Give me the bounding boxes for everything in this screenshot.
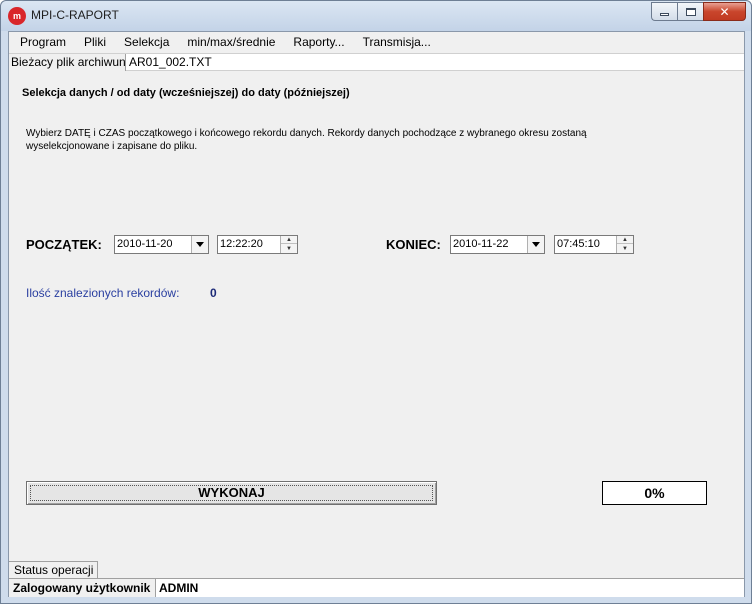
end-label: KONIEC:: [386, 237, 441, 252]
minimize-icon: [660, 13, 669, 16]
maximize-icon: [685, 7, 696, 16]
close-button[interactable]: ✕: [703, 2, 746, 21]
start-time-value: 12:22:20: [220, 238, 263, 250]
focus-rect: [30, 485, 433, 501]
start-date-value: 2010-11-20: [117, 238, 173, 250]
status-tab: Status operacji: [9, 561, 98, 578]
start-label: POCZĄTEK:: [26, 237, 102, 252]
start-date-combo[interactable]: 2010-11-20: [114, 235, 209, 254]
archive-file-label: Bieżacy plik archiwun: [9, 54, 126, 71]
window-title: MPI-C-RAPORT: [31, 8, 119, 22]
end-time-spinner[interactable]: 07:45:10 ▲ ▼: [554, 235, 634, 254]
execute-button[interactable]: WYKONAJ: [26, 481, 437, 505]
found-records-count: 0: [210, 286, 217, 300]
menu-pliki[interactable]: Pliki: [76, 35, 114, 49]
found-records-label: Ilość znalezionych rekordów:: [26, 286, 180, 300]
status-bar: Zalogowany użytkownik ADMIN: [9, 578, 744, 597]
minimize-button[interactable]: [651, 2, 677, 21]
arrow-down-icon[interactable]: ▼: [281, 245, 297, 253]
chevron-down-icon[interactable]: [191, 236, 208, 253]
chevron-down-icon[interactable]: [527, 236, 544, 253]
end-time-value: 07:45:10: [557, 238, 600, 250]
maximize-button[interactable]: [677, 2, 703, 21]
logged-user-value: ADMIN: [159, 581, 199, 595]
spinner-arrows: ▲ ▼: [280, 236, 297, 253]
spinner-arrows: ▲ ▼: [616, 236, 633, 253]
menu-minmax[interactable]: min/max/średnie: [179, 35, 283, 49]
app-logo-icon: m: [8, 7, 26, 25]
section-heading: Selekcja danych / od daty (wcześniejszej…: [22, 87, 350, 99]
arrow-up-icon[interactable]: ▲: [281, 236, 297, 244]
title-bar[interactable]: m MPI-C-RAPORT ✕: [1, 1, 751, 31]
start-time-spinner[interactable]: 12:22:20 ▲ ▼: [217, 235, 298, 254]
menu-bar: Program Pliki Selekcja min/max/średnie R…: [9, 32, 744, 52]
menu-program[interactable]: Program: [12, 35, 74, 49]
menu-selekcja[interactable]: Selekcja: [116, 35, 177, 49]
end-date-combo[interactable]: 2010-11-22: [450, 235, 545, 254]
window-controls: ✕: [651, 2, 746, 21]
end-date-value: 2010-11-22: [453, 238, 509, 250]
logged-user-label: Zalogowany użytkownik: [9, 579, 156, 597]
close-icon: ✕: [719, 4, 730, 19]
archive-file-value: AR01_002.TXT: [129, 55, 212, 69]
menu-raporty[interactable]: Raporty...: [285, 35, 352, 49]
arrow-up-icon[interactable]: ▲: [617, 236, 633, 244]
progress-percent: 0%: [602, 481, 707, 505]
client-area: Program Pliki Selekcja min/max/średnie R…: [8, 31, 745, 597]
section-description: Wybierz DATĘ i CZAS początkowego i końco…: [26, 128, 587, 152]
archive-file-bar: Bieżacy plik archiwun AR01_002.TXT: [9, 53, 744, 71]
arrow-down-icon[interactable]: ▼: [617, 245, 633, 253]
menu-transmisja[interactable]: Transmisja...: [355, 35, 439, 49]
app-window: m MPI-C-RAPORT ✕ Program Pliki Selekcja …: [0, 0, 752, 604]
